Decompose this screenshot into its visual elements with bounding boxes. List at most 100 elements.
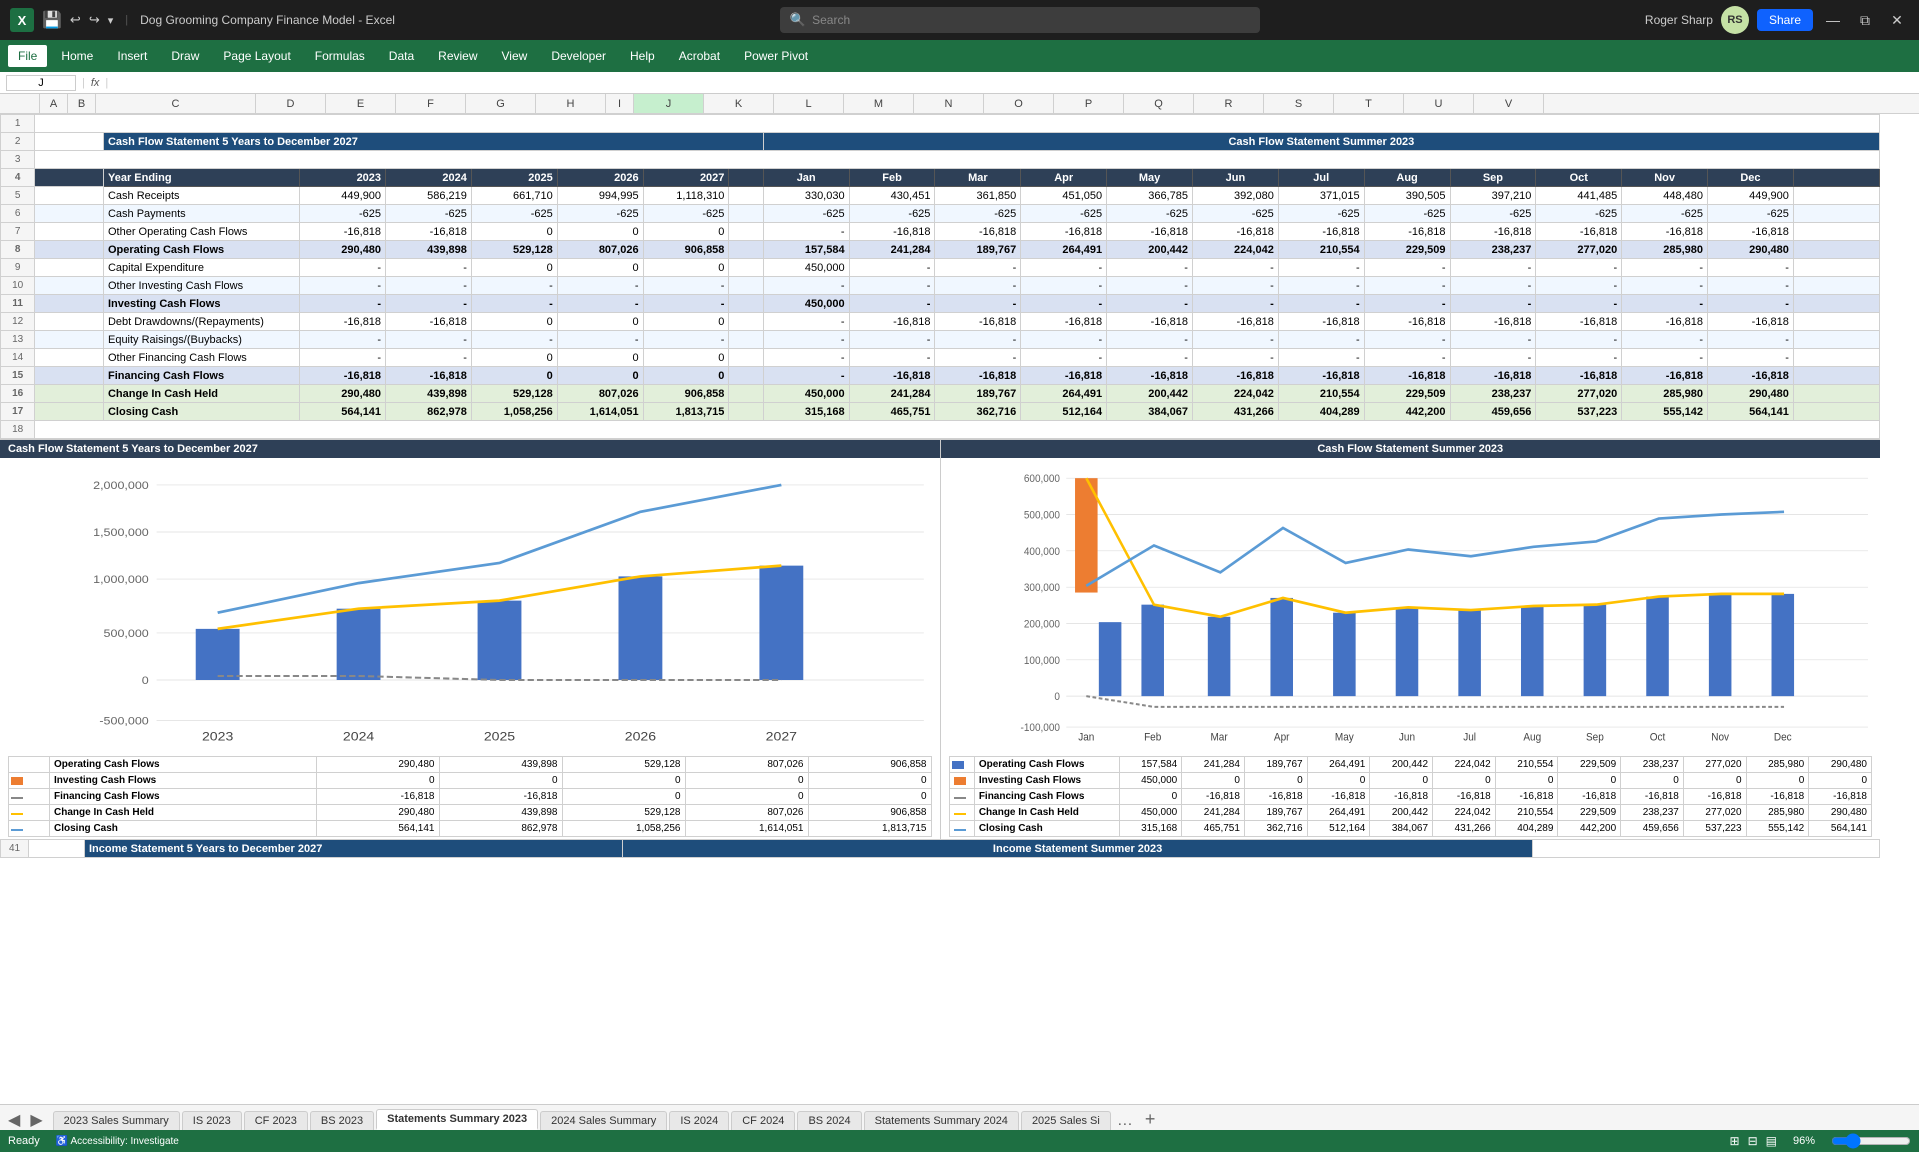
view-page-icon[interactable]: ⊟ [1748, 1134, 1758, 1148]
col-A[interactable]: A [40, 94, 68, 113]
ribbon-tab-power-pivot[interactable]: Power Pivot [734, 45, 818, 67]
ribbon-tab-data[interactable]: Data [379, 45, 424, 67]
col-G[interactable]: G [466, 94, 536, 113]
col-I[interactable]: I [606, 94, 634, 113]
sheet-tab-cf-2024[interactable]: CF 2024 [731, 1111, 795, 1130]
restore-button[interactable]: ⧉ [1853, 8, 1877, 32]
ribbon-tab-page-layout[interactable]: Page Layout [213, 45, 300, 67]
col-V[interactable]: V [1474, 94, 1544, 113]
col-N[interactable]: N [914, 94, 984, 113]
sheet-tab-statements-summary-2024[interactable]: Statements Summary 2024 [864, 1111, 1019, 1130]
ribbon-tab-home[interactable]: Home [51, 45, 103, 67]
svg-text:May: May [1334, 732, 1354, 743]
tab-add-button[interactable]: + [1139, 1109, 1162, 1130]
col-E[interactable]: E [326, 94, 396, 113]
ribbon-tab-review[interactable]: Review [428, 45, 487, 67]
table-row: 1 [1, 115, 1880, 133]
svg-text:600,000: 600,000 [1023, 474, 1059, 485]
table-row: 18 [1, 421, 1880, 439]
ready-status: Ready [8, 1135, 40, 1147]
table-row: 15 Financing Cash Flows -16,818 -16,818 … [1, 367, 1880, 385]
table-row: 13 Equity Raisings/(Buybacks) - - - - - … [1, 331, 1880, 349]
tab-nav-left[interactable]: ◀ [4, 1110, 24, 1130]
col-M[interactable]: M [844, 94, 914, 113]
ribbon-tab-draw[interactable]: Draw [161, 45, 209, 67]
spreadsheet: 1 2 Cash Flow Statement 5 Years to Decem… [0, 114, 1919, 1104]
col-R[interactable]: R [1194, 94, 1264, 113]
svg-text:Aug: Aug [1523, 732, 1541, 743]
ribbon-tab-developer[interactable]: Developer [541, 45, 616, 67]
share-button[interactable]: Share [1757, 9, 1813, 31]
sheet-tab-2024-sales-summary[interactable]: 2024 Sales Summary [540, 1111, 667, 1130]
col-J[interactable]: J [634, 94, 704, 113]
zoom-slider[interactable] [1831, 1133, 1911, 1149]
col-K[interactable]: K [704, 94, 774, 113]
table-row: 5 Cash Receipts 449,900 586,219 661,710 … [1, 187, 1880, 205]
svg-text:Mar: Mar [1210, 732, 1228, 743]
formula-bar: | fx | [0, 72, 1919, 94]
view-normal-icon[interactable]: ⊞ [1730, 1134, 1740, 1148]
table-row: 7 Other Operating Cash Flows -16,818 -16… [1, 223, 1880, 241]
svg-text:-100,000: -100,000 [1020, 723, 1060, 734]
svg-text:0: 0 [142, 675, 150, 687]
ribbon-tab-acrobat[interactable]: Acrobat [669, 45, 730, 67]
table-row: 41 Income Statement 5 Years to December … [1, 840, 1880, 858]
save-icon[interactable]: 💾 [42, 10, 62, 30]
col-L[interactable]: L [774, 94, 844, 113]
customize-icon[interactable]: ▾ [108, 14, 114, 27]
title-bar-right: Roger Sharp RS Share — ⧉ ✕ [1645, 6, 1909, 34]
redo-icon[interactable]: ↪ [89, 12, 100, 28]
ribbon-tab-view[interactable]: View [492, 45, 538, 67]
sheet-tabs: ◀ ▶ 2023 Sales Summary IS 2023 CF 2023 B… [0, 1104, 1919, 1130]
sheet-tab-is-2024[interactable]: IS 2024 [669, 1111, 729, 1130]
tab-more-button[interactable]: … [1113, 1112, 1137, 1130]
col-F[interactable]: F [396, 94, 466, 113]
col-C[interactable]: C [96, 94, 256, 113]
undo-icon[interactable]: ↩ [70, 12, 81, 28]
sheet-tab-2023-sales-summary[interactable]: 2023 Sales Summary [53, 1111, 180, 1130]
table-row: 17 Closing Cash 564,141 862,978 1,058,25… [1, 403, 1880, 421]
svg-text:2024: 2024 [343, 729, 374, 743]
col-D[interactable]: D [256, 94, 326, 113]
col-U[interactable]: U [1404, 94, 1474, 113]
sheet-tab-is-2023[interactable]: IS 2023 [182, 1111, 242, 1130]
svg-text:100,000: 100,000 [1023, 656, 1059, 667]
svg-text:500,000: 500,000 [1023, 510, 1059, 521]
sheet-tab-statements-summary-2023[interactable]: Statements Summary 2023 [376, 1109, 538, 1130]
minimize-button[interactable]: — [1821, 8, 1845, 32]
right-chart-legend: Operating Cash Flows 157,584 241,284 189… [941, 754, 1881, 839]
col-Q[interactable]: Q [1124, 94, 1194, 113]
col-O[interactable]: O [984, 94, 1054, 113]
col-T[interactable]: T [1334, 94, 1404, 113]
sheet-tab-bs-2023[interactable]: BS 2023 [310, 1111, 374, 1130]
sheet-tab-2025-sales-si[interactable]: 2025 Sales Si [1021, 1111, 1111, 1130]
charts-section: Cash Flow Statement 5 Years to December … [0, 439, 1880, 839]
close-button[interactable]: ✕ [1885, 8, 1909, 32]
svg-text:1,500,000: 1,500,000 [93, 527, 149, 539]
name-box[interactable] [6, 75, 76, 91]
ribbon-tab-file[interactable]: File [8, 45, 47, 67]
col-B[interactable]: B [68, 94, 96, 113]
search-box[interactable]: 🔍 Search [780, 7, 1260, 33]
ribbon-tab-formulas[interactable]: Formulas [305, 45, 375, 67]
sheet-tab-cf-2023[interactable]: CF 2023 [244, 1111, 308, 1130]
title-bar: X 💾 ↩ ↪ ▾ | Dog Grooming Company Finance… [0, 0, 1919, 40]
ribbon-tab-help[interactable]: Help [620, 45, 665, 67]
chart-left-title: Cash Flow Statement 5 Years to December … [0, 440, 940, 458]
col-S[interactable]: S [1264, 94, 1334, 113]
sheet-tab-bs-2024[interactable]: BS 2024 [797, 1111, 861, 1130]
col-P[interactable]: P [1054, 94, 1124, 113]
svg-text:Apr: Apr [1273, 732, 1289, 743]
excel-icon: X [10, 8, 34, 32]
view-preview-icon[interactable]: ▤ [1766, 1134, 1777, 1148]
table-row: 14 Other Financing Cash Flows - - 0 0 0 … [1, 349, 1880, 367]
ribbon-tab-insert[interactable]: Insert [107, 45, 157, 67]
col-H[interactable]: H [536, 94, 606, 113]
title-bar-left: X 💾 ↩ ↪ ▾ | Dog Grooming Company Finance… [10, 8, 395, 32]
tab-nav-right[interactable]: ▶ [26, 1110, 46, 1130]
svg-text:2027: 2027 [766, 729, 797, 743]
chart-right-title: Cash Flow Statement Summer 2023 [941, 440, 1881, 458]
svg-text:Jan: Jan [1078, 732, 1094, 743]
accessibility-icon: ♿ [56, 1136, 68, 1147]
section1-title-right: Cash Flow Statement Summer 2023 [763, 133, 1879, 151]
